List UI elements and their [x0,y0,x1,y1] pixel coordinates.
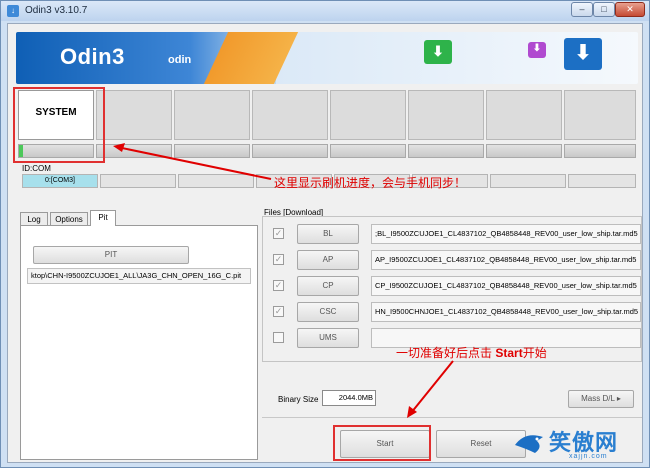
mass-dl-button[interactable]: Mass D/L ▸ [568,390,634,408]
binary-size-value: 2044.0MB [322,390,376,406]
ums-checkbox[interactable] [273,332,284,343]
shark-logo-icon [515,435,543,453]
progress-bar-8 [564,144,636,158]
start-note-post: 开始 [522,346,547,360]
start-annotation: 一切准备好后点击 Start开始 [396,344,547,361]
file-row-ap: ✓ AP AP_I9500ZCUJOE1_CL4837102_QB4858448… [263,249,643,271]
watermark-sub: xajjn.com [569,453,608,460]
com-port-1: 0:[COM3] [22,174,98,188]
watermark: 笑傲网 xajjn.com [513,421,645,465]
com-port-7 [490,174,566,188]
progress-bars [18,144,636,160]
slot-4 [252,90,328,140]
ums-button[interactable]: UMS [297,328,359,348]
ap-path[interactable]: AP_I9500ZCUJOE1_CL4837102_QB4858448_REV0… [371,250,641,270]
slot-8 [564,90,636,140]
download-purple-icon: ⬇ [528,42,546,58]
odin-window: ↓ Odin3 v3.10.7 – □ ✕ Odin3 odin ⬇ ⬇ ⬇ S… [0,0,650,468]
files-panel: ✓ BL ;BL_I9500ZCUJOE1_CL4837102_QB485844… [262,216,642,362]
slot-6 [408,90,484,140]
start-note-pre: 一切准备好后点击 [396,346,496,360]
cp-path[interactable]: CP_I9500ZCUJOE1_CL4837102_QB4858448_REV0… [371,276,641,296]
bl-checkbox[interactable]: ✓ [273,228,284,239]
start-highlight-box [333,425,431,461]
csc-button[interactable]: CSC [297,302,359,322]
download-blue-icon: ⬇ [564,38,602,70]
progress-bar-3 [174,144,250,158]
divider [262,417,642,418]
idcom-label: ID:COM [22,164,51,173]
slot-3 [174,90,250,140]
banner-sub: odin [168,54,192,66]
odin-app-icon: ↓ [7,5,19,17]
window-title: Odin3 v3.10.7 [25,5,88,16]
bl-button[interactable]: BL [297,224,359,244]
progress-bar-4 [252,144,328,158]
slot-2 [96,90,172,140]
tab-pit[interactable]: Pit [90,210,116,226]
ap-checkbox[interactable]: ✓ [273,254,284,265]
file-row-csc: ✓ CSC HN_I9500CHNJOE1_CL4837102_QB485844… [263,301,643,323]
pit-path-field[interactable]: ktop\CHN-I9500ZCUJOE1_ALL\JA3G_CHN_OPEN_… [27,268,251,284]
pit-button[interactable]: PIT [33,246,189,264]
tab-options[interactable]: Options [50,212,88,226]
progress-bar-5 [330,144,406,158]
cp-checkbox[interactable]: ✓ [273,280,284,291]
progress-bar-2 [96,144,172,158]
device-slots: SYSTEM [18,90,636,142]
binary-size-label: Binary Size [278,395,319,404]
progress-bar-7 [486,144,562,158]
title-bar: ↓ Odin3 v3.10.7 – □ ✕ [1,1,649,21]
bl-path[interactable]: ;BL_I9500ZCUJOE1_CL4837102_QB4858448_REV… [371,224,641,244]
pit-panel: PIT ktop\CHN-I9500ZCUJOE1_ALL\JA3G_CHN_O… [20,225,258,460]
cp-button[interactable]: CP [297,276,359,296]
tab-log[interactable]: Log [20,212,48,226]
minimize-button[interactable]: – [571,2,593,17]
odin-banner: Odin3 odin ⬇ ⬇ ⬇ [16,32,638,84]
close-button[interactable]: ✕ [615,2,645,17]
system-highlight-box [13,87,105,163]
com-port-8 [568,174,636,188]
progress-bar-6 [408,144,484,158]
csc-checkbox[interactable]: ✓ [273,306,284,317]
maximize-button[interactable]: □ [593,2,615,17]
banner-brand: Odin3 [60,44,125,69]
com-port-3 [178,174,254,188]
download-green-icon: ⬇ [424,40,452,64]
progress-annotation: 这里显示刷机进度，会与手机同步！ [274,176,467,190]
com-port-2 [100,174,176,188]
file-row-bl: ✓ BL ;BL_I9500ZCUJOE1_CL4837102_QB485844… [263,223,643,245]
slot-7 [486,90,562,140]
file-row-cp: ✓ CP CP_I9500ZCUJOE1_CL4837102_QB4858448… [263,275,643,297]
ap-button[interactable]: AP [297,250,359,270]
start-note-bold: Start [495,346,523,360]
slot-5 [330,90,406,140]
csc-path[interactable]: HN_I9500CHNJOE1_CL4837102_QB4858448_REV0… [371,302,641,322]
